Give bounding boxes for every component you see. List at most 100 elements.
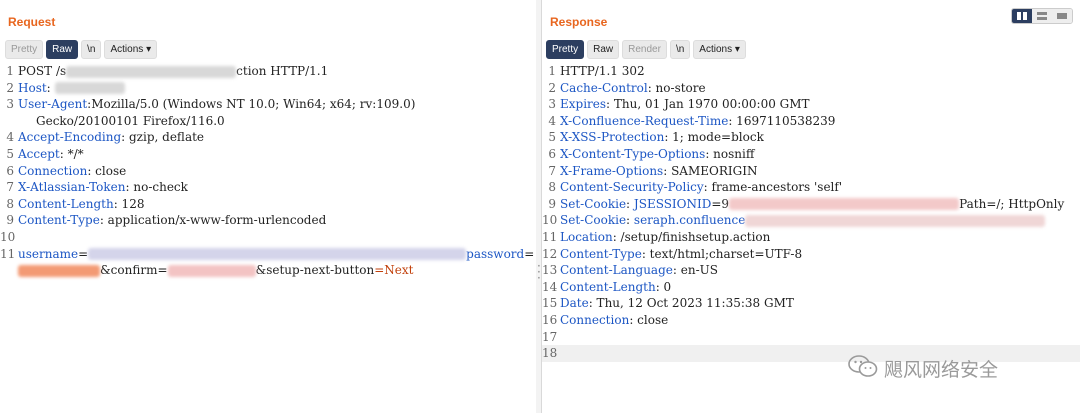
line-number: 3 <box>548 97 556 112</box>
header-key: Set-Cookie <box>560 213 627 228</box>
line-text: : no-check <box>125 180 188 195</box>
line-content: X-Confluence-Request-Time: 1697110538239 <box>560 113 835 130</box>
line-number: 16 <box>542 312 558 327</box>
line-content: username= password= <box>18 246 534 263</box>
response-line: 1 HTTP/1.1 302 <box>542 63 1080 80</box>
layout-single-icon[interactable] <box>1052 9 1072 23</box>
line-number: 15 <box>542 296 558 311</box>
response-line: 14 Content-Length: 0 <box>542 279 1080 296</box>
line-content: Accept: */* <box>18 146 84 163</box>
request-editor[interactable]: 1 POST /s ction HTTP/1.1 2 Host: 3 User-Agent… <box>0 63 536 279</box>
line-number: 9 <box>548 196 556 211</box>
line-number: 13 <box>542 263 558 278</box>
request-actions-button[interactable]: Actions ▾ <box>104 40 158 59</box>
layout-side-by-side-icon[interactable] <box>1012 9 1032 23</box>
watermark: 飓风网络安全 <box>848 354 998 383</box>
request-line: 11 username= password= <box>0 246 536 263</box>
header-key: JSESSIONID <box>633 196 712 211</box>
response-editor[interactable]: 1 HTTP/1.1 302 2 Cache-Control: no-store 3 Ex… <box>542 63 1080 362</box>
line-number: 18 <box>542 346 558 361</box>
redacted-value <box>167 264 256 277</box>
header-key: Set-Cookie <box>560 196 627 211</box>
header-key: Content-Length <box>18 196 114 211</box>
header-key: Content-Length <box>560 279 656 294</box>
line-text: : */* <box>59 146 84 161</box>
line-number: 8 <box>6 196 14 211</box>
header-key: Connection <box>18 163 88 178</box>
header-key: Content-Security-Policy <box>560 180 704 195</box>
response-title: Response <box>550 15 608 29</box>
line-content: Date: Thu, 12 Oct 2023 11:35:38 GMT <box>560 295 794 312</box>
line-content: Host: <box>18 80 125 97</box>
line-text: = <box>78 246 89 261</box>
response-line: 7 X-Frame-Options: SAMEORIGIN <box>542 163 1080 180</box>
header-key: Cache-Control <box>560 80 648 95</box>
redacted-value <box>54 82 125 95</box>
request-line: &confirm= &setup-next-button=Next <box>0 262 536 279</box>
request-pane: Request Pretty Raw \n Actions ▾ 1 POST /s… <box>0 0 537 413</box>
response-line: 6 X-Content-Type-Options: nosniff <box>542 146 1080 163</box>
header-key: User-Agent <box>18 97 88 112</box>
header-key: Connection <box>560 312 630 327</box>
redacted-value <box>745 214 1046 227</box>
response-pane: Response Pretty Raw Render \n Actions ▾ … <box>541 0 1080 413</box>
line-text: =9 <box>711 196 730 211</box>
response-line: 2 Cache-Control: no-store <box>542 80 1080 97</box>
line-text: : <box>626 213 634 228</box>
line-number: 5 <box>548 130 556 145</box>
line-number: 9 <box>6 213 14 228</box>
response-line: 12 Content-Type: text/html;charset=UTF-8 <box>542 246 1080 263</box>
wechat-icon <box>848 354 878 383</box>
line-text: : application/x-www-form-urlencoded <box>99 213 327 228</box>
line-content: Expires: Thu, 01 Jan 1970 00:00:00 GMT <box>560 96 810 113</box>
response-tab-raw[interactable]: Raw <box>587 40 620 59</box>
response-tab-render[interactable]: Render <box>622 40 667 59</box>
line-text: =Next <box>374 263 414 278</box>
response-tab-newline[interactable]: \n <box>669 40 691 59</box>
layout-toggle[interactable] <box>1011 8 1073 24</box>
redacted-value <box>88 248 467 261</box>
layout-stacked-icon[interactable] <box>1032 9 1052 23</box>
response-actions-button[interactable]: Actions ▾ <box>693 40 746 59</box>
redacted-value <box>18 264 100 277</box>
request-line: 6 Connection: close <box>0 163 536 180</box>
line-number: 1 <box>6 64 14 78</box>
response-actions-label: Actions <box>699 44 733 55</box>
header-key: password <box>466 246 525 261</box>
request-line: 4 Accept-Encoding: gzip, deflate <box>0 129 536 146</box>
line-text: : gzip, deflate <box>121 130 205 145</box>
request-tab-pretty[interactable]: Pretty <box>5 40 44 59</box>
header-key: Location <box>560 229 613 244</box>
header-key: X-Content-Type-Options <box>560 146 706 161</box>
line-number: 4 <box>6 130 14 145</box>
line-text: Gecko/20100101 Firefox/116.0 <box>36 113 225 128</box>
line-text: : text/html;charset=UTF-8 <box>641 246 803 261</box>
request-line: 5 Accept: */* <box>0 146 536 163</box>
line-number: 14 <box>542 279 558 294</box>
request-line: 3 User-Agent:Mozilla/5.0 (Windows NT 10.0… <box>0 96 536 113</box>
line-text: &setup-next-button <box>255 263 375 278</box>
request-tab-newline[interactable]: \n <box>81 40 102 59</box>
line-content: User-Agent:Mozilla/5.0 (Windows NT 10.0;… <box>18 96 415 113</box>
response-line: 4 X-Confluence-Request-Time: 169711053823… <box>542 113 1080 130</box>
request-tab-raw[interactable]: Raw <box>46 40 79 59</box>
request-line: 10 <box>0 229 536 246</box>
line-number: 2 <box>548 80 556 95</box>
line-text: : close <box>87 163 127 178</box>
response-line: 8 Content-Security-Policy: frame-ancestor… <box>542 179 1080 196</box>
line-text: = <box>524 246 535 261</box>
header-key: Accept <box>18 146 60 161</box>
line-number: 7 <box>6 180 14 195</box>
response-tab-pretty[interactable]: Pretty <box>546 40 585 59</box>
line-text: HTTP/1.1 302 <box>560 64 645 78</box>
line-number: 5 <box>6 146 14 161</box>
line-text: : 1697110538239 <box>728 113 836 128</box>
line-number: 4 <box>548 113 556 128</box>
watermark-text: 飓风网络安全 <box>884 359 999 381</box>
request-line: 8 Content-Length: 128 <box>0 196 536 213</box>
line-content: X-XSS-Protection: 1; mode=block <box>560 129 764 146</box>
line-text: : nosniff <box>705 146 755 161</box>
response-line: 15 Date: Thu, 12 Oct 2023 11:35:38 GMT <box>542 295 1080 312</box>
line-content: Content-Length: 128 <box>18 196 144 213</box>
request-actions-label: Actions <box>110 44 144 55</box>
